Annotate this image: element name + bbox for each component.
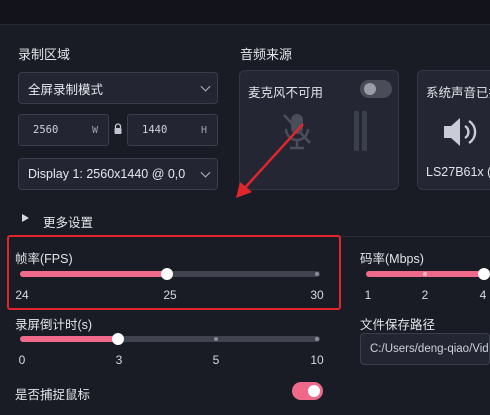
countdown-tick-label: 3 [115, 353, 123, 367]
display-value: Display 1: 2560x1440 @ 0,0 [28, 167, 186, 181]
bitrate-label: 码率(Mbps) [360, 252, 424, 266]
lock-icon[interactable] [113, 123, 123, 135]
fps-slider-thumb[interactable] [161, 268, 173, 280]
record-area-title: 录制区域 [18, 47, 71, 62]
bitrate-tick-2 [423, 272, 427, 276]
system-audio-label: 系统声音已打 [426, 86, 490, 100]
fps-tick-label: 25 [163, 288, 177, 302]
capture-mouse-toggle[interactable] [292, 382, 323, 400]
record-mode-select[interactable]: 全屏录制模式 [18, 72, 218, 104]
speaker-icon [442, 115, 478, 152]
countdown-tick-10 [315, 337, 319, 341]
countdown-tick-label: 10 [310, 353, 324, 367]
save-path-label: 文件保存路径 [360, 318, 436, 332]
fps-tick-label: 24 [15, 288, 29, 302]
fps-slider-fill [20, 271, 167, 277]
mic-label: 麦克风不可用 [248, 86, 324, 100]
audio-source-title: 音频来源 [240, 47, 293, 62]
mic-level-meter-left [354, 111, 359, 151]
capture-mouse-label: 是否捕捉鼠标 [15, 388, 91, 402]
system-audio-card: 系统声音已打 LS27B61x (N [417, 70, 490, 190]
fps-tick-30 [315, 272, 319, 276]
chevron-down-icon [200, 81, 211, 92]
height-input[interactable]: 1440 H [127, 114, 218, 146]
bitrate-tick-label: 2 [421, 288, 429, 302]
display-select[interactable]: Display 1: 2560x1440 @ 0,0 [18, 158, 218, 190]
capture-mouse-toggle-knob [308, 385, 320, 397]
countdown-label: 录屏倒计时(s) [15, 318, 93, 332]
chevron-down-icon [200, 167, 211, 178]
window-top-bar [0, 0, 490, 25]
expand-triangle-icon[interactable] [22, 214, 29, 222]
annotation-arrow [236, 123, 304, 198]
mic-toggle[interactable] [360, 80, 392, 98]
countdown-tick-label: 5 [212, 353, 220, 367]
mic-level-meter-right [362, 111, 367, 151]
save-path-value: C:/Users/deng-qiao/Vid [370, 343, 489, 355]
system-audio-device: LS27B61x (N [426, 165, 490, 179]
width-unit: W [91, 124, 98, 136]
fps-label: 帧率(FPS) [15, 252, 73, 266]
mic-toggle-knob [364, 83, 376, 95]
bitrate-tick-label: 1 [364, 288, 372, 302]
countdown-slider-thumb[interactable] [112, 333, 124, 345]
height-value: 1440 [142, 124, 168, 136]
countdown-tick-label: 0 [18, 353, 26, 367]
fps-tick-label: 30 [310, 288, 324, 302]
bitrate-tick-label: 4 [479, 288, 487, 302]
countdown-tick-5 [214, 337, 218, 341]
bitrate-slider-thumb[interactable] [478, 268, 490, 280]
width-input[interactable]: 2560 W [18, 114, 109, 146]
record-mode-value: 全屏录制模式 [28, 82, 104, 97]
more-settings-toggle[interactable]: 更多设置 [43, 212, 93, 231]
width-value: 2560 [33, 124, 59, 136]
countdown-slider-fill [20, 336, 118, 342]
save-path-input[interactable]: C:/Users/deng-qiao/Vid [360, 333, 490, 365]
height-unit: H [200, 124, 207, 136]
